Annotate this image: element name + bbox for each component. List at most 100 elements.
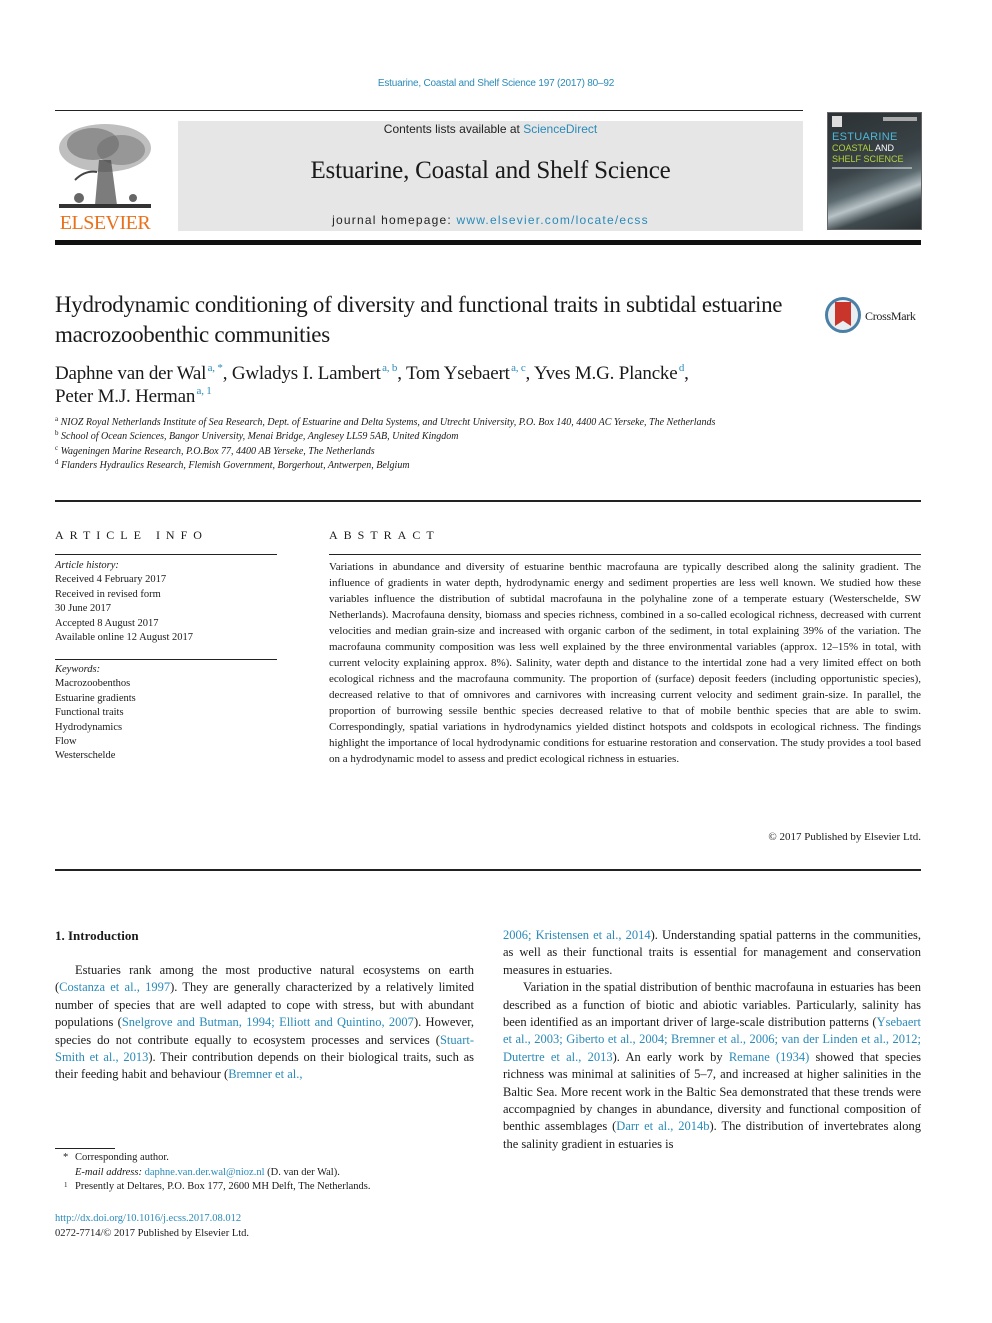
author[interactable]: Daphne van der Wal a, *: [55, 362, 223, 385]
author-separator: ,: [222, 363, 232, 384]
elsevier-tree-icon: [55, 120, 155, 212]
affiliation-text: School of Ocean Sciences, Bangor Univers…: [61, 431, 459, 443]
author-list: Daphne van der Wal a, *, Gwladys I. Lamb…: [55, 362, 815, 408]
cover-title-line3: SHELF SCIENCE: [832, 154, 904, 164]
body-divider: [55, 869, 921, 871]
footnote-email: E-mail address: daphne.van.der.wal@nioz.…: [55, 1166, 495, 1181]
author[interactable]: Tom Ysebaert a, c: [406, 362, 526, 385]
footnote-corresponding: * Corresponding author.: [55, 1151, 495, 1166]
abstract-copyright: © 2017 Published by Elsevier Ltd.: [768, 831, 921, 843]
elsevier-logo[interactable]: ELSEVIER: [55, 120, 155, 235]
affiliation-key: b: [55, 429, 59, 438]
introduction-heading: 1. Introduction: [55, 928, 139, 943]
author-name[interactable]: Gwladys I. Lambert: [232, 363, 381, 384]
author[interactable]: Gwladys I. Lambert a, b: [232, 362, 398, 385]
affiliation-text: NIOZ Royal Netherlands Institute of Sea …: [60, 417, 716, 428]
affiliation: d Flanders Hydraulics Research, Flemish …: [55, 459, 815, 473]
homepage-line: journal homepage: www.elsevier.com/locat…: [178, 213, 803, 227]
contents-line: Contents lists available at ScienceDirec…: [178, 122, 803, 136]
author[interactable]: Peter M.J. Herman a, 1: [55, 385, 212, 408]
doi-block: http://dx.doi.org/10.1016/j.ecss.2017.08…: [55, 1211, 249, 1241]
author-affiliation-sup[interactable]: a, 1: [197, 385, 212, 397]
author-separator: ,: [397, 363, 406, 384]
author-name[interactable]: Peter M.J. Herman: [55, 386, 195, 407]
affiliation-text: Flanders Hydraulics Research, Flemish Go…: [61, 460, 410, 472]
affiliation-key: d: [55, 458, 59, 467]
body-text: Variation in the spatial distribution of…: [503, 980, 921, 1030]
keyword-item: Flow: [55, 736, 77, 748]
header-top-rule: [55, 110, 803, 111]
citation-link[interactable]: 2006; Kristensen et al., 2014: [503, 928, 651, 942]
author-name[interactable]: Yves M.G. Plancke: [534, 363, 678, 384]
elsevier-wordmark: ELSEVIER: [59, 212, 151, 234]
article-title: Hydrodynamic conditioning of diversity a…: [55, 292, 783, 347]
homepage-prefix: journal homepage:: [332, 213, 457, 227]
article-history: Article history: Received 4 February 201…: [55, 559, 277, 645]
keyword-item: Hydrodynamics: [55, 721, 123, 733]
keyword-item: Functional traits: [55, 707, 124, 719]
citation-link[interactable]: Snelgrove and Butman, 1994; Elliott and …: [122, 1015, 414, 1029]
footnote-1: 1 Presently at Deltares, P.O. Box 177, 2…: [55, 1180, 495, 1195]
homepage-link[interactable]: www.elsevier.com/locate/ecss: [457, 213, 649, 227]
journal-reference-link[interactable]: Estuarine, Coastal and Shelf Science 197…: [0, 78, 992, 89]
author-name[interactable]: Daphne van der Wal: [55, 363, 206, 384]
body-text: ). An early work by: [612, 1049, 729, 1064]
footnote-text: Presently at Deltares, P.O. Box 177, 260…: [75, 1181, 371, 1192]
citation-link[interactable]: Bremner et al.,: [228, 1067, 302, 1081]
footnote-text: Corresponding author.: [75, 1152, 169, 1163]
cover-barcode: [832, 116, 842, 127]
affiliation: b School of Ocean Sciences, Bangor Unive…: [55, 430, 815, 444]
citation-link[interactable]: Costanza et al., 1997: [59, 980, 170, 994]
cover-title-coastal: COASTAL: [832, 143, 874, 153]
affiliation-text: Wageningen Marine Research, P.O.Box 77, …: [60, 445, 375, 457]
abstract-text: Variations in abundance and diversity of…: [329, 561, 921, 765]
affiliation-key: c: [55, 443, 59, 452]
citation-link[interactable]: Darr et al., 2014b: [616, 1119, 709, 1133]
author-affiliation-sup[interactable]: a, b: [382, 362, 397, 374]
doi-link[interactable]: http://dx.doi.org/10.1016/j.ecss.2017.08…: [55, 1211, 249, 1226]
author-name[interactable]: Tom Ysebaert: [406, 363, 510, 384]
keywords-label: Keywords:: [55, 664, 101, 675]
author-affiliation-sup[interactable]: a, *: [208, 362, 223, 374]
intro-paragraph: Estuaries rank among the most productive…: [55, 962, 474, 1084]
affiliation: c Wageningen Marine Research, P.O.Box 77…: [55, 443, 815, 459]
cover-subtitle-bar: [832, 167, 912, 169]
cover-title-line1: ESTUARINE: [832, 131, 898, 143]
affiliation-key: a: [55, 415, 59, 423]
footnote-mark: 1: [64, 1181, 68, 1189]
keyword-item: Macrozoobenthos: [55, 678, 131, 690]
crossmark-button[interactable]: CrossMark: [825, 297, 925, 335]
article-history-label: Article history:: [55, 560, 119, 571]
author-separator: ,: [525, 363, 534, 384]
cover-title-and: AND: [873, 143, 895, 153]
intro-paragraph: Variation in the spatial distribution of…: [503, 979, 921, 1153]
body-column-left: Estuaries rank among the most productive…: [55, 962, 474, 1084]
email-label: E-mail address:: [75, 1166, 142, 1178]
keyword-item: Estuarine gradients: [55, 692, 136, 704]
sciencedirect-link[interactable]: ScienceDirect: [523, 122, 597, 136]
email-link[interactable]: daphne.van.der.wal@nioz.nl: [145, 1167, 265, 1178]
history-item: Received 4 February 2017: [55, 574, 167, 586]
author-separator: ,: [684, 363, 689, 384]
intro-paragraph: 2006; Kristensen et al., 2014). Understa…: [503, 927, 921, 979]
affiliation-list: a NIOZ Royal Netherlands Institute of Se…: [55, 416, 815, 474]
affiliation: a NIOZ Royal Netherlands Institute of Se…: [55, 416, 815, 430]
email-suffix: (D. van der Wal).: [264, 1166, 340, 1178]
author[interactable]: Yves M.G. Plancke d: [534, 363, 684, 385]
cover-publisher-mark: [883, 117, 917, 121]
section-divider: [55, 500, 921, 502]
abstract-heading: ABSTRACT: [329, 528, 440, 542]
header-bottom-rule: [55, 240, 921, 245]
keywords-rule: [55, 659, 277, 660]
history-item: Received in revised form: [55, 588, 161, 600]
journal-banner: Contents lists available at ScienceDirec…: [178, 121, 803, 231]
journal-cover-image[interactable]: ESTUARINE COASTAL AND SHELF SCIENCE: [827, 112, 922, 230]
footnotes: * Corresponding author. E-mail address: …: [55, 1151, 495, 1195]
abstract-rule: [329, 554, 921, 555]
cover-title-line2: COASTAL AND: [832, 143, 894, 153]
citation-link[interactable]: Remane (1934): [729, 1050, 810, 1064]
history-item: Available online 12 August 2017: [55, 632, 194, 644]
author-affiliation-sup[interactable]: a, c: [511, 362, 526, 374]
footnote-rule: [55, 1148, 115, 1149]
keyword-item: Westerschelde: [55, 750, 116, 762]
